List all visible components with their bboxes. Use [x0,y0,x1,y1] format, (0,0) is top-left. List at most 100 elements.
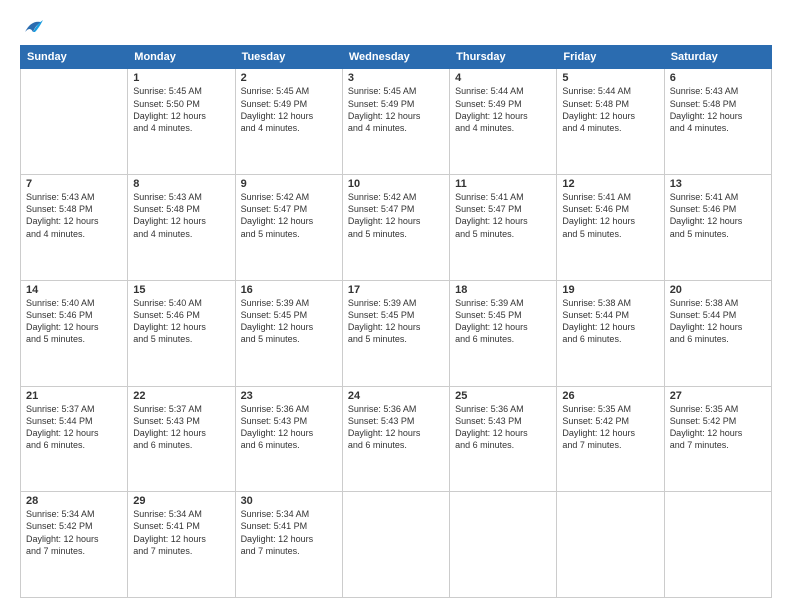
logo [20,18,45,35]
day-detail: Sunrise: 5:36 AM Sunset: 5:43 PM Dayligh… [455,403,551,452]
day-detail: Sunrise: 5:38 AM Sunset: 5:44 PM Dayligh… [562,297,658,346]
weekday-header-row: SundayMondayTuesdayWednesdayThursdayFrid… [21,46,772,69]
calendar-cell: 19Sunrise: 5:38 AM Sunset: 5:44 PM Dayli… [557,280,664,386]
day-number: 27 [670,390,766,402]
calendar-cell [557,492,664,598]
day-detail: Sunrise: 5:36 AM Sunset: 5:43 PM Dayligh… [348,403,444,452]
day-number: 10 [348,178,444,190]
day-number: 5 [562,72,658,84]
day-number: 1 [133,72,229,84]
week-row-5: 28Sunrise: 5:34 AM Sunset: 5:42 PM Dayli… [21,492,772,598]
calendar-cell: 3Sunrise: 5:45 AM Sunset: 5:49 PM Daylig… [342,69,449,175]
day-number: 15 [133,284,229,296]
day-detail: Sunrise: 5:34 AM Sunset: 5:41 PM Dayligh… [133,508,229,557]
weekday-header-tuesday: Tuesday [235,46,342,69]
day-detail: Sunrise: 5:43 AM Sunset: 5:48 PM Dayligh… [26,191,122,240]
day-number: 9 [241,178,337,190]
day-number: 6 [670,72,766,84]
day-detail: Sunrise: 5:34 AM Sunset: 5:42 PM Dayligh… [26,508,122,557]
calendar-cell: 24Sunrise: 5:36 AM Sunset: 5:43 PM Dayli… [342,386,449,492]
day-number: 3 [348,72,444,84]
day-detail: Sunrise: 5:43 AM Sunset: 5:48 PM Dayligh… [133,191,229,240]
day-number: 23 [241,390,337,402]
day-detail: Sunrise: 5:40 AM Sunset: 5:46 PM Dayligh… [133,297,229,346]
calendar-cell [21,69,128,175]
weekday-header-saturday: Saturday [664,46,771,69]
day-detail: Sunrise: 5:37 AM Sunset: 5:44 PM Dayligh… [26,403,122,452]
day-number: 16 [241,284,337,296]
logo-bird-icon [23,18,45,39]
calendar-cell [450,492,557,598]
week-row-4: 21Sunrise: 5:37 AM Sunset: 5:44 PM Dayli… [21,386,772,492]
day-detail: Sunrise: 5:41 AM Sunset: 5:46 PM Dayligh… [670,191,766,240]
day-detail: Sunrise: 5:39 AM Sunset: 5:45 PM Dayligh… [455,297,551,346]
calendar-cell: 23Sunrise: 5:36 AM Sunset: 5:43 PM Dayli… [235,386,342,492]
calendar-cell: 11Sunrise: 5:41 AM Sunset: 5:47 PM Dayli… [450,175,557,281]
calendar-cell: 25Sunrise: 5:36 AM Sunset: 5:43 PM Dayli… [450,386,557,492]
day-number: 13 [670,178,766,190]
day-number: 21 [26,390,122,402]
day-detail: Sunrise: 5:39 AM Sunset: 5:45 PM Dayligh… [241,297,337,346]
day-number: 24 [348,390,444,402]
day-detail: Sunrise: 5:45 AM Sunset: 5:50 PM Dayligh… [133,85,229,134]
calendar-cell [664,492,771,598]
weekday-header-sunday: Sunday [21,46,128,69]
day-number: 8 [133,178,229,190]
day-detail: Sunrise: 5:42 AM Sunset: 5:47 PM Dayligh… [241,191,337,240]
week-row-1: 1Sunrise: 5:45 AM Sunset: 5:50 PM Daylig… [21,69,772,175]
calendar-cell: 22Sunrise: 5:37 AM Sunset: 5:43 PM Dayli… [128,386,235,492]
day-detail: Sunrise: 5:39 AM Sunset: 5:45 PM Dayligh… [348,297,444,346]
day-number: 30 [241,495,337,507]
day-detail: Sunrise: 5:40 AM Sunset: 5:46 PM Dayligh… [26,297,122,346]
weekday-header-friday: Friday [557,46,664,69]
day-detail: Sunrise: 5:45 AM Sunset: 5:49 PM Dayligh… [241,85,337,134]
calendar-cell: 5Sunrise: 5:44 AM Sunset: 5:48 PM Daylig… [557,69,664,175]
calendar-cell: 13Sunrise: 5:41 AM Sunset: 5:46 PM Dayli… [664,175,771,281]
calendar-cell: 8Sunrise: 5:43 AM Sunset: 5:48 PM Daylig… [128,175,235,281]
calendar-cell: 18Sunrise: 5:39 AM Sunset: 5:45 PM Dayli… [450,280,557,386]
day-detail: Sunrise: 5:37 AM Sunset: 5:43 PM Dayligh… [133,403,229,452]
day-number: 19 [562,284,658,296]
calendar-cell: 21Sunrise: 5:37 AM Sunset: 5:44 PM Dayli… [21,386,128,492]
day-detail: Sunrise: 5:36 AM Sunset: 5:43 PM Dayligh… [241,403,337,452]
calendar-cell: 9Sunrise: 5:42 AM Sunset: 5:47 PM Daylig… [235,175,342,281]
weekday-header-wednesday: Wednesday [342,46,449,69]
calendar-cell: 20Sunrise: 5:38 AM Sunset: 5:44 PM Dayli… [664,280,771,386]
day-detail: Sunrise: 5:35 AM Sunset: 5:42 PM Dayligh… [562,403,658,452]
calendar-cell: 6Sunrise: 5:43 AM Sunset: 5:48 PM Daylig… [664,69,771,175]
calendar-cell: 27Sunrise: 5:35 AM Sunset: 5:42 PM Dayli… [664,386,771,492]
day-number: 2 [241,72,337,84]
day-number: 18 [455,284,551,296]
calendar-cell: 26Sunrise: 5:35 AM Sunset: 5:42 PM Dayli… [557,386,664,492]
calendar-cell: 7Sunrise: 5:43 AM Sunset: 5:48 PM Daylig… [21,175,128,281]
day-number: 11 [455,178,551,190]
day-detail: Sunrise: 5:45 AM Sunset: 5:49 PM Dayligh… [348,85,444,134]
day-number: 26 [562,390,658,402]
calendar-cell: 15Sunrise: 5:40 AM Sunset: 5:46 PM Dayli… [128,280,235,386]
day-number: 17 [348,284,444,296]
day-detail: Sunrise: 5:41 AM Sunset: 5:46 PM Dayligh… [562,191,658,240]
day-number: 25 [455,390,551,402]
day-detail: Sunrise: 5:43 AM Sunset: 5:48 PM Dayligh… [670,85,766,134]
day-number: 4 [455,72,551,84]
calendar-table: SundayMondayTuesdayWednesdayThursdayFrid… [20,45,772,598]
weekday-header-thursday: Thursday [450,46,557,69]
day-number: 12 [562,178,658,190]
calendar-cell: 1Sunrise: 5:45 AM Sunset: 5:50 PM Daylig… [128,69,235,175]
calendar-cell: 29Sunrise: 5:34 AM Sunset: 5:41 PM Dayli… [128,492,235,598]
day-number: 20 [670,284,766,296]
day-detail: Sunrise: 5:42 AM Sunset: 5:47 PM Dayligh… [348,191,444,240]
calendar-cell [342,492,449,598]
day-number: 7 [26,178,122,190]
calendar-cell: 30Sunrise: 5:34 AM Sunset: 5:41 PM Dayli… [235,492,342,598]
calendar-cell: 2Sunrise: 5:45 AM Sunset: 5:49 PM Daylig… [235,69,342,175]
calendar-cell: 28Sunrise: 5:34 AM Sunset: 5:42 PM Dayli… [21,492,128,598]
page: SundayMondayTuesdayWednesdayThursdayFrid… [0,0,792,612]
calendar-cell: 12Sunrise: 5:41 AM Sunset: 5:46 PM Dayli… [557,175,664,281]
day-detail: Sunrise: 5:35 AM Sunset: 5:42 PM Dayligh… [670,403,766,452]
weekday-header-monday: Monday [128,46,235,69]
day-detail: Sunrise: 5:44 AM Sunset: 5:49 PM Dayligh… [455,85,551,134]
day-detail: Sunrise: 5:41 AM Sunset: 5:47 PM Dayligh… [455,191,551,240]
calendar-cell: 4Sunrise: 5:44 AM Sunset: 5:49 PM Daylig… [450,69,557,175]
day-number: 14 [26,284,122,296]
